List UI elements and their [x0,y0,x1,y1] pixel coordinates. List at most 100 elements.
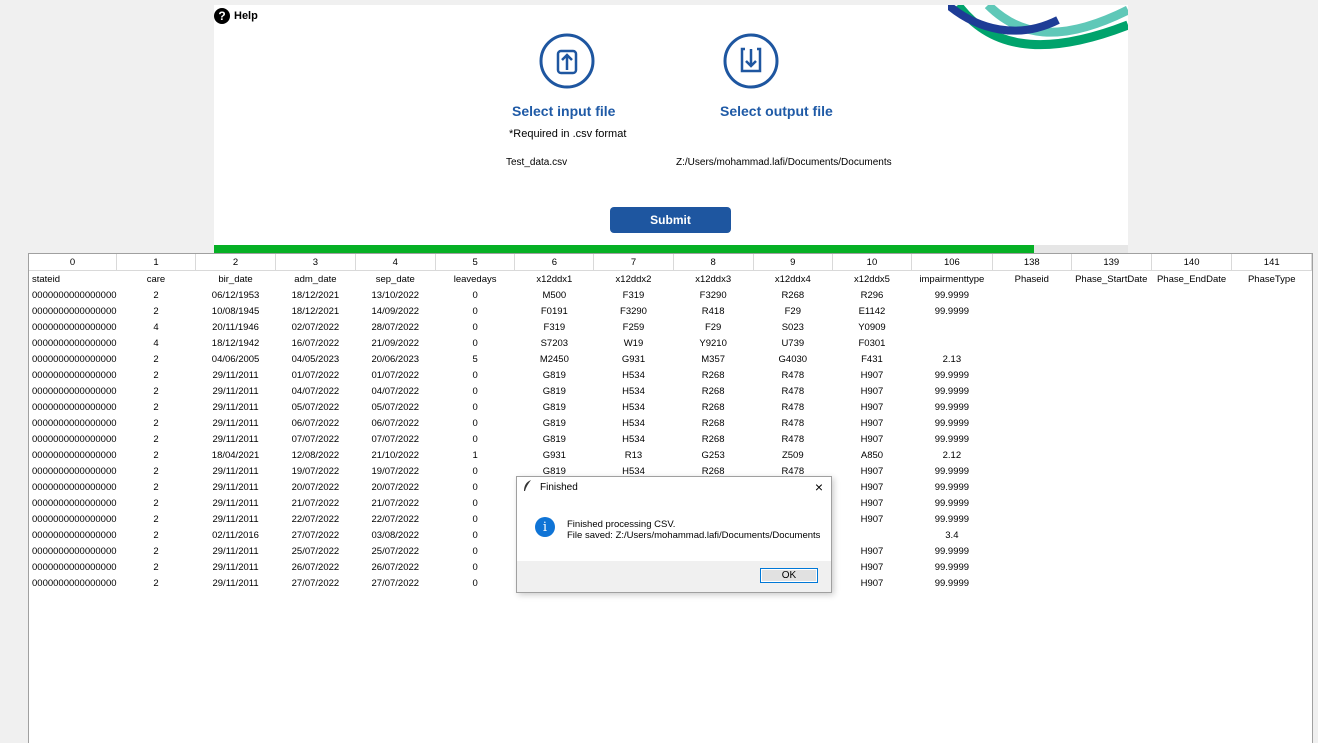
table-cell: 04/05/2023 [291,353,340,365]
column-name: adm_date [294,273,337,285]
table-cell: 28/07/2022 [371,321,420,333]
table-cell: Z509 [781,449,804,461]
table-row[interactable]: 0000000000000000 2 29/11/2011 07/07/2022 07/… [29,431,1312,447]
table-cell: H907 [860,385,884,397]
table-cell: 0000000000000000 [32,417,117,429]
table-cell [1151,543,1232,559]
table-cell: H534 [622,369,645,381]
table-cell: E1142 [858,305,886,317]
table-cell: 01/07/2022 [291,369,340,381]
table-cell: G819 [542,433,566,445]
table-row[interactable]: 0000000000000000 2 04/06/2005 04/05/2023 20/… [29,351,1312,367]
table-cell: 29/11/2011 [212,401,259,413]
column-index-header[interactable]: 106 [911,254,993,271]
table-cell [912,319,993,335]
table-cell [1151,351,1232,367]
table-cell: R268 [781,289,805,301]
table-cell: 0000000000000000 [32,305,117,317]
table-cell: 99.9999 [934,417,970,429]
table-cell: 0000000000000000 [32,289,117,301]
column-name: Phaseid [1014,273,1049,285]
table-cell: 07/07/2022 [291,433,340,445]
table-cell: 0 [472,577,478,589]
table-cell: H907 [860,433,884,445]
control-panel: ? Help Select input file *Required in .c… [214,5,1128,249]
table-row[interactable]: 0000000000000000 2 29/11/2011 01/07/2022 01/… [29,367,1312,383]
help-link[interactable]: ? Help [214,8,258,24]
column-index-header[interactable]: 1 [116,254,196,271]
table-row[interactable]: 0000000000000000 2 29/11/2011 04/07/2022 04/… [29,383,1312,399]
column-index-header[interactable]: 6 [514,254,595,271]
table-cell: 2 [153,545,159,557]
table-cell: 0 [472,513,478,525]
table-cell [1071,287,1151,303]
table-row[interactable]: 0000000000000000 2 29/11/2011 05/07/2022 05/… [29,399,1312,415]
column-index-header[interactable]: 10 [832,254,913,271]
table-cell: 29/11/2011 [212,513,259,525]
close-icon[interactable]: × [815,479,823,495]
column-index-header[interactable]: 140 [1151,254,1233,271]
table-cell: 0000000000000000 [32,369,117,381]
download-file-icon[interactable] [723,33,779,89]
column-index-header[interactable]: 0 [29,254,118,271]
table-cell: F259 [622,321,645,333]
table-cell: 0000000000000000 [32,497,117,509]
table-cell [992,463,1071,479]
help-icon: ? [214,8,230,24]
column-index-header[interactable]: 8 [673,254,754,271]
table-cell: F431 [861,353,883,365]
table-row[interactable]: 0000000000000000 4 18/12/1942 16/07/2022 21/… [29,335,1312,351]
table-cell: 19/07/2022 [291,465,340,477]
column-index-header[interactable]: 141 [1231,254,1312,271]
column-index-header[interactable]: 5 [435,254,516,271]
table-cell: 21/09/2022 [371,337,420,349]
ok-button[interactable]: OK [760,568,818,583]
table-cell [1151,447,1232,463]
table-cell: 29/11/2011 [212,417,259,429]
table-row[interactable]: 0000000000000000 2 06/12/1953 18/12/2021 13/… [29,287,1312,303]
column-index-header[interactable]: 2 [195,254,277,271]
table-cell: 99.9999 [934,401,970,413]
table-row[interactable]: 0000000000000000 4 20/11/1946 02/07/2022 28/… [29,319,1312,335]
column-name: sep_date [375,273,415,285]
select-input-file-button[interactable]: Select input file [512,103,615,119]
table-cell [1232,319,1312,335]
table-cell [992,351,1071,367]
table-cell: 2 [153,513,159,525]
table-cell: W19 [623,337,644,349]
table-row[interactable]: 0000000000000000 2 10/08/1945 18/12/2021 14/… [29,303,1312,319]
table-cell: H907 [860,497,884,509]
table-cell [832,527,911,543]
table-cell: 02/11/2016 [212,529,259,541]
table-cell: R478 [781,417,805,429]
table-cell [1071,527,1151,543]
table-cell: 2 [153,289,159,301]
table-cell: 0000000000000000 [32,465,117,477]
table-cell [1151,463,1232,479]
column-index-header[interactable]: 7 [593,254,674,271]
table-cell: 22/07/2022 [371,513,420,525]
upload-file-icon[interactable] [539,33,595,89]
table-cell: 0 [472,433,478,445]
table-cell: G253 [701,449,725,461]
table-cell: 99.9999 [934,497,970,509]
table-cell: 18/12/2021 [291,289,340,301]
table-cell: 0000000000000000 [32,529,117,541]
select-output-file-button[interactable]: Select output file [720,103,833,119]
progress-fill [214,245,1034,253]
table-cell: 25/07/2022 [291,545,340,557]
submit-button[interactable]: Submit [610,207,731,233]
table-row[interactable]: 0000000000000000 2 18/04/2021 12/08/2022 21/… [29,447,1312,463]
column-index-header[interactable]: 139 [1071,254,1152,271]
table-cell: 3.4 [945,529,959,541]
table-cell: R268 [701,369,725,381]
table-cell: 21/07/2022 [291,497,340,509]
table-cell: 21/07/2022 [371,497,420,509]
column-index-header[interactable]: 4 [355,254,436,271]
table-cell: 06/07/2022 [371,417,420,429]
column-index-header[interactable]: 138 [992,254,1072,271]
table-cell [1232,335,1312,351]
column-index-header[interactable]: 3 [275,254,356,271]
column-index-header[interactable]: 9 [753,254,833,271]
table-row[interactable]: 0000000000000000 2 29/11/2011 06/07/2022 06/… [29,415,1312,431]
